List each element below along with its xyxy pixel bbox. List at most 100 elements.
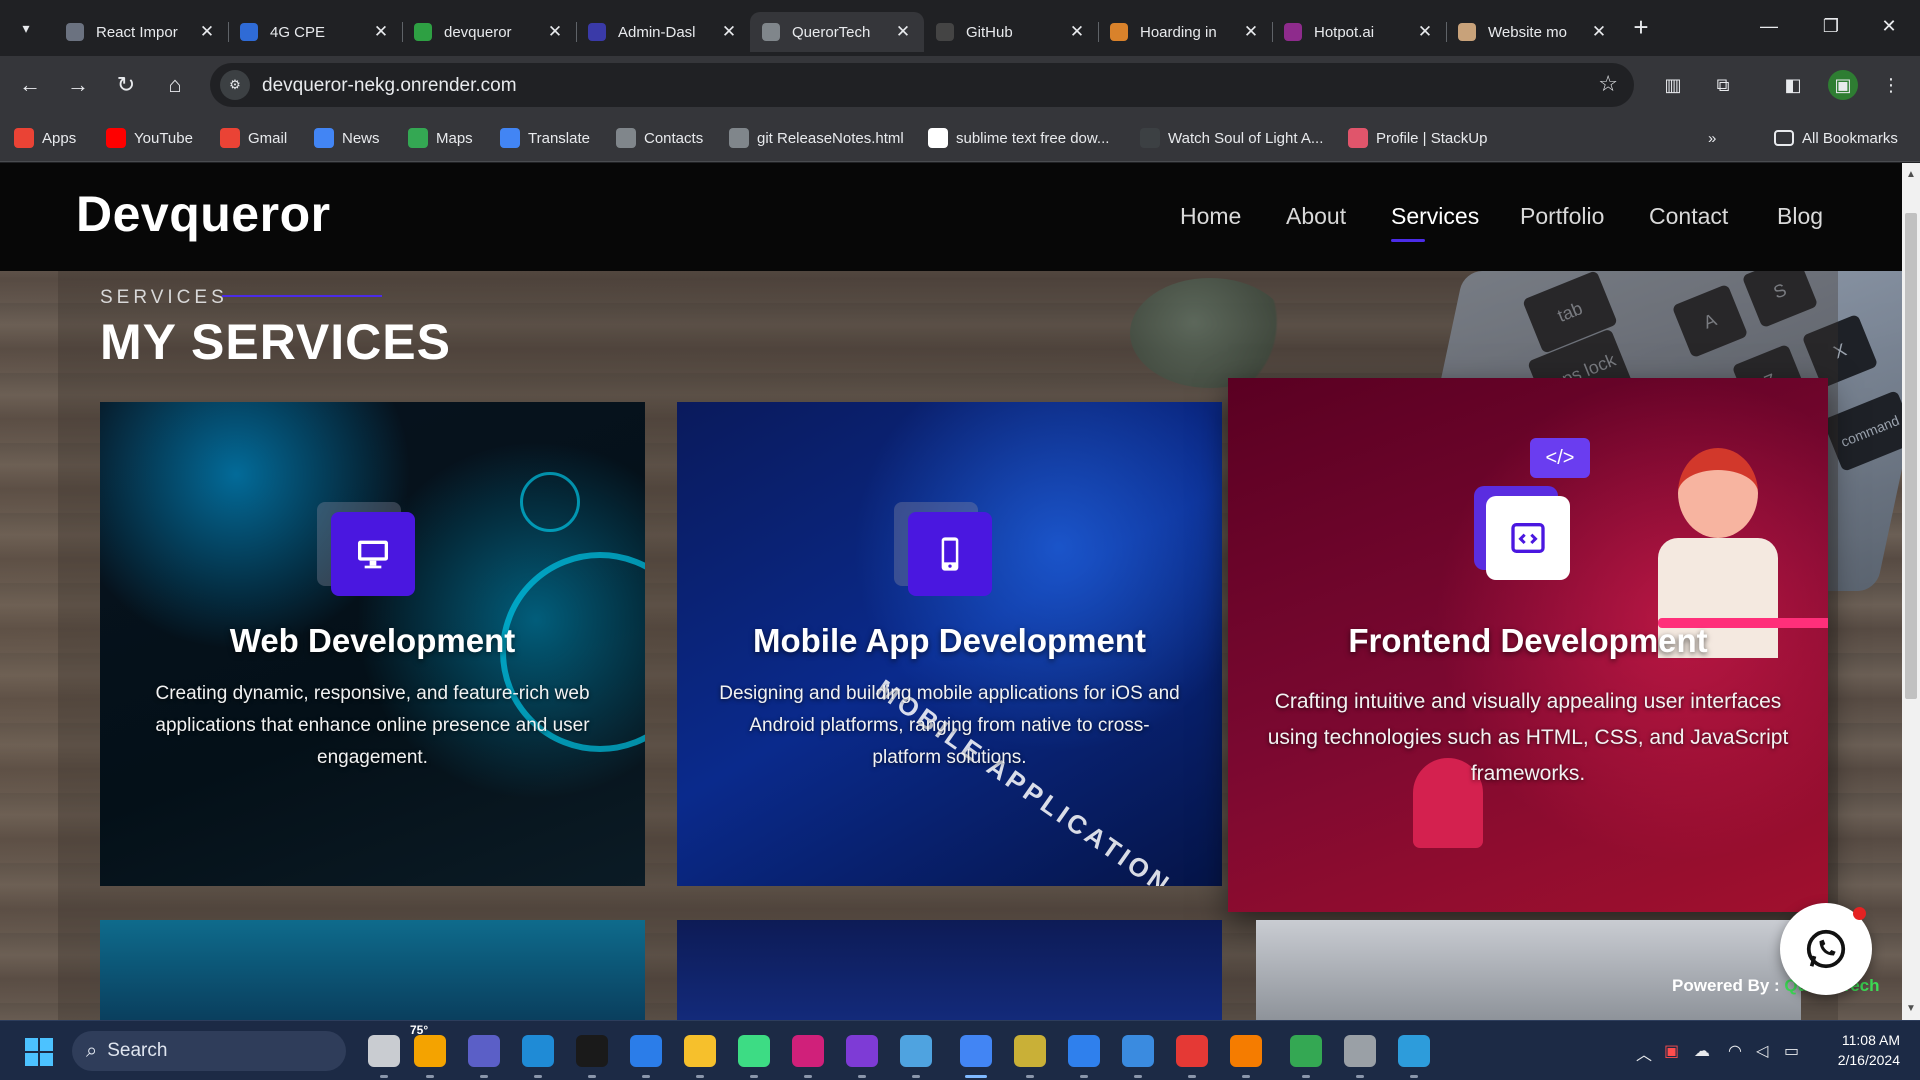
chrome-icon[interactable] [960,1035,992,1067]
bookmark-item[interactable]: sublime text free dow... [928,126,1109,150]
service-card-cloud[interactable] [100,920,645,1020]
windows-start-icon[interactable] [25,1038,53,1066]
browser-tab[interactable]: React Impor ✕ [54,12,228,52]
bookmark-item[interactable]: git ReleaseNotes.html [729,126,904,150]
file-manager-icon[interactable] [368,1035,400,1067]
browser-tab[interactable]: Website mo ✕ [1446,12,1620,52]
new-tab-button[interactable]: + [1626,14,1656,44]
service-card-next[interactable] [677,920,1222,1020]
close-tab-icon[interactable]: ✕ [720,22,738,42]
service-card-next-2[interactable] [1256,920,1801,1020]
photos-icon[interactable] [1398,1035,1430,1067]
service-card-frontend-development[interactable]: </> Frontend Development Crafting intuit… [1228,378,1828,912]
tray-app-icon[interactable]: ▣ [1664,1041,1679,1061]
settings-blue-icon[interactable] [1122,1035,1154,1067]
chrome-beta-icon[interactable] [1290,1035,1322,1067]
browser-tab[interactable]: GitHub ✕ [924,12,1098,52]
site-info-icon[interactable]: ⚙ [220,70,250,100]
store-icon[interactable] [630,1035,662,1067]
extensions-puzzle-icon[interactable]: ⧉ [1708,70,1738,100]
close-tab-icon[interactable]: ✕ [1590,22,1608,42]
extension-icon[interactable]: ▥ [1658,70,1688,100]
battery-icon[interactable]: ▭ [1784,1041,1799,1061]
tab-title: GitHub [966,23,1013,41]
close-tab-icon[interactable]: ✕ [1416,22,1434,42]
nav-services[interactable]: Services [1391,203,1479,230]
side-panel-icon[interactable]: ◧ [1778,70,1808,100]
nav-portfolio[interactable]: Portfolio [1520,203,1604,230]
bookmark-item[interactable]: Profile | StackUp [1348,126,1487,150]
snip-icon[interactable] [1176,1035,1208,1067]
nav-about[interactable]: About [1286,203,1346,230]
volume-icon[interactable]: ◁ [1756,1041,1768,1061]
scroll-thumb[interactable] [1905,213,1917,699]
nav-home[interactable]: Home [1180,203,1241,230]
close-tab-icon[interactable]: ✕ [894,22,912,42]
wamp-icon[interactable] [792,1035,824,1067]
taskbar-clock[interactable]: 11:08 AM 2/16/2024 [1830,1030,1900,1070]
close-tab-icon[interactable]: ✕ [1242,22,1260,42]
explorer-icon[interactable] [684,1035,716,1067]
taskbar-search[interactable]: ⌕ Search [72,1031,346,1071]
address-bar[interactable]: ⚙ devqueror-nekg.onrender.com ☆ [210,63,1634,107]
wifi-icon[interactable]: ◠ [1728,1041,1742,1061]
notepad-icon[interactable] [900,1035,932,1067]
scroll-down-icon[interactable]: ▼ [1906,1003,1916,1014]
profile-avatar[interactable]: ▣ [1828,70,1858,100]
close-window-icon[interactable]: ✕ [1858,0,1920,52]
browser-tab[interactable]: devqueror ✕ [402,12,576,52]
tab-search-chevron-icon[interactable]: ▾ [8,10,44,46]
bookmark-item[interactable]: Maps [408,126,473,150]
android-icon[interactable] [738,1035,770,1067]
close-tab-icon[interactable]: ✕ [1068,22,1086,42]
code-window-icon [1486,496,1570,580]
terminal-icon[interactable] [576,1035,608,1067]
more-menu-icon[interactable]: ⋮ [1876,70,1906,100]
browser-tab[interactable]: 4G CPE ✕ [228,12,402,52]
all-bookmarks-button[interactable]: All Bookmarks [1774,126,1898,150]
close-tab-icon[interactable]: ✕ [198,22,216,42]
onedrive-icon[interactable]: ☁ [1694,1041,1710,1061]
whatsapp-chat-button[interactable] [1780,903,1872,995]
browser-tab[interactable]: Admin-Dasl ✕ [576,12,750,52]
bookmark-star-icon[interactable]: ☆ [1598,71,1618,97]
bookmark-item[interactable]: Translate [500,126,590,150]
bookmark-item[interactable]: Contacts [616,126,703,150]
restore-icon[interactable]: ❐ [1800,0,1862,52]
back-icon[interactable]: ← [10,65,50,105]
home-icon[interactable]: ⌂ [155,65,195,105]
vlc-icon[interactable] [1230,1035,1262,1067]
scroll-up-icon[interactable]: ▲ [1906,169,1916,180]
bookmarks-overflow-icon[interactable]: » [1708,126,1716,150]
service-card-web-development[interactable]: Web Development Creating dynamic, respon… [100,402,645,886]
tray-overflow-icon[interactable]: ︿ [1636,1041,1652,1065]
close-tab-icon[interactable]: ✕ [546,22,564,42]
bookmark-item[interactable]: Gmail [220,126,287,150]
page-scrollbar[interactable]: ▲ ▼ [1902,163,1920,1020]
site-logo[interactable]: Devqueror [76,185,331,243]
nav-blog[interactable]: Blog [1777,203,1823,230]
forward-icon[interactable]: → [58,65,98,105]
settings-icon[interactable] [1344,1035,1376,1067]
url-text[interactable]: devqueror-nekg.onrender.com [262,75,517,97]
nav-contact[interactable]: Contact [1649,203,1728,230]
service-card-mobile-app-development[interactable]: MOBILE APPLICATION Mobile App Developmen… [677,402,1222,886]
weather-icon[interactable] [414,1035,446,1067]
vscode-icon[interactable] [1068,1035,1100,1067]
meet-icon[interactable] [468,1035,500,1067]
reload-icon[interactable]: ↻ [106,65,146,105]
bookmark-item[interactable]: News [314,126,380,150]
edge-icon[interactable] [522,1035,554,1067]
minimize-icon[interactable]: — [1738,0,1800,52]
close-tab-icon[interactable]: ✕ [372,22,390,42]
browser-tab[interactable]: QuerorTech ✕ [750,12,924,52]
affinity-icon[interactable] [846,1035,878,1067]
render-icon [414,23,432,41]
browser-tab[interactable]: Hoarding in ✕ [1098,12,1272,52]
eclipse-icon[interactable] [1014,1035,1046,1067]
nav-active-indicator [1391,239,1425,242]
bookmark-item[interactable]: Apps [14,126,76,150]
browser-tab[interactable]: Hotpot.ai ✕ [1272,12,1446,52]
bookmark-item[interactable]: YouTube [106,126,193,150]
bookmark-item[interactable]: Watch Soul of Light A... [1140,126,1323,150]
